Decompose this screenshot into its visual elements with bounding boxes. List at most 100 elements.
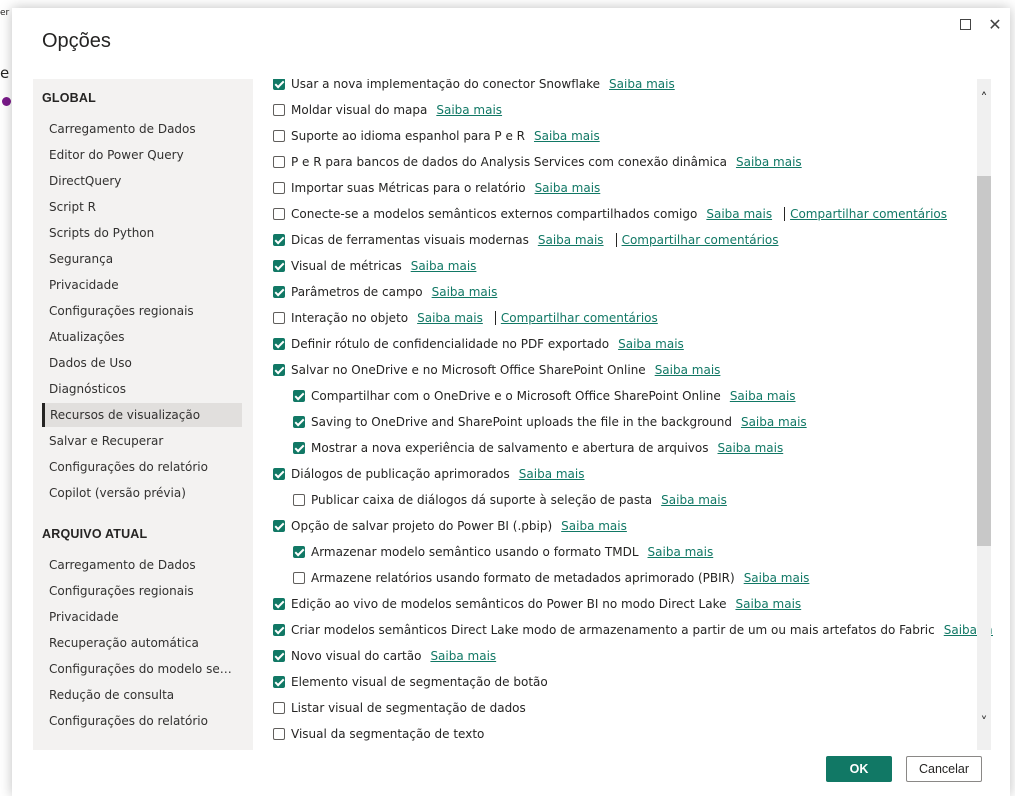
feature-label[interactable]: Listar visual de segmentação de dados — [291, 701, 526, 715]
feature-checkbox[interactable] — [273, 624, 285, 636]
sidebar-item-copilot-versao-previa[interactable]: Copilot (versão prévia) — [42, 481, 242, 505]
learn-more-link[interactable]: Saiba mais — [411, 259, 477, 273]
learn-more-link[interactable]: Saiba mais — [718, 441, 784, 455]
feature-label[interactable]: Publicar caixa de diálogos dá suporte à … — [311, 493, 652, 507]
feature-label[interactable]: Definir rótulo de confidencialidade no P… — [291, 337, 609, 351]
share-feedback-link[interactable]: Compartilhar comentários — [622, 233, 779, 247]
feature-checkbox[interactable] — [273, 79, 285, 90]
feature-label[interactable]: Armazenar modelo semântico usando o form… — [311, 545, 639, 559]
sidebar-item-editor-do-power-query[interactable]: Editor do Power Query — [42, 143, 242, 167]
feature-checkbox[interactable] — [273, 728, 285, 740]
sidebar-item-configuracoes-regionais[interactable]: Configurações regionais — [42, 299, 242, 323]
learn-more-link[interactable]: Saiba mais — [609, 79, 675, 91]
learn-more-link[interactable]: Saiba mais — [744, 571, 810, 585]
feature-label[interactable]: Diálogos de publicação aprimorados — [291, 467, 510, 481]
learn-more-link[interactable]: Saiba mais — [561, 519, 627, 533]
feature-label[interactable]: Interação no objeto — [291, 311, 408, 325]
feature-checkbox[interactable] — [273, 676, 285, 688]
feature-checkbox[interactable] — [273, 260, 285, 272]
sidebar-item-seguranca[interactable]: Segurança — [42, 247, 242, 271]
feature-checkbox[interactable] — [273, 130, 285, 142]
sidebar-item-current-privacidade[interactable]: Privacidade — [42, 605, 242, 629]
sidebar-item-directquery[interactable]: DirectQuery — [42, 169, 242, 193]
feature-label[interactable]: Elemento visual de segmentação de botão — [291, 675, 548, 689]
sidebar-item-current-carregamento-de-dados[interactable]: Carregamento de Dados — [42, 553, 242, 577]
sidebar-item-scripts-do-python[interactable]: Scripts do Python — [42, 221, 242, 245]
feature-label[interactable]: Conecte-se a modelos semânticos externos… — [291, 207, 697, 221]
learn-more-link[interactable]: Saiba mais — [432, 285, 498, 299]
sidebar-item-current-configuracoes-do-modelo-seman[interactable]: Configurações do modelo semân... — [42, 657, 242, 681]
feature-label[interactable]: Usar a nova implementação do conector Sn… — [291, 79, 600, 91]
learn-more-link[interactable]: Saiba mais — [436, 103, 502, 117]
maximize-button[interactable] — [954, 14, 976, 36]
feature-checkbox[interactable] — [273, 234, 285, 246]
learn-more-link[interactable]: Saiba mais — [741, 415, 807, 429]
sidebar-item-current-configuracoes-do-relatorio[interactable]: Configurações do relatório — [42, 709, 242, 733]
feature-checkbox[interactable] — [273, 364, 285, 376]
sidebar-item-script-r[interactable]: Script R — [42, 195, 242, 219]
sidebar-item-dados-de-uso[interactable]: Dados de Uso — [42, 351, 242, 375]
sidebar-item-current-reducao-de-consulta[interactable]: Redução de consulta — [42, 683, 242, 707]
share-feedback-link[interactable]: Compartilhar comentários — [501, 311, 658, 325]
feature-label[interactable]: Importar suas Métricas para o relatório — [291, 181, 526, 195]
learn-more-link[interactable]: Saiba mais — [430, 649, 496, 663]
sidebar-item-carregamento-de-dados[interactable]: Carregamento de Dados — [42, 117, 242, 141]
feature-label[interactable]: Suporte ao idioma espanhol para P e R — [291, 129, 525, 143]
feature-label[interactable]: Dicas de ferramentas visuais modernas — [291, 233, 529, 247]
vertical-scrollbar[interactable]: ˄ ˅ — [977, 79, 991, 750]
learn-more-link[interactable]: Saiba mais — [730, 389, 796, 403]
learn-more-link[interactable]: Saiba mais — [661, 493, 727, 507]
ok-button[interactable]: OK — [826, 756, 892, 782]
cancel-button[interactable]: Cancelar — [906, 756, 982, 782]
scroll-up-icon[interactable]: ˄ — [977, 91, 991, 107]
learn-more-link[interactable]: Saiba mais — [735, 597, 801, 611]
feature-checkbox[interactable] — [273, 650, 285, 662]
learn-more-link[interactable]: Saiba mais — [534, 129, 600, 143]
feature-label[interactable]: Armazene relatórios usando formato de me… — [311, 571, 735, 585]
sidebar-item-diagnosticos[interactable]: Diagnósticos — [42, 377, 242, 401]
feature-label[interactable]: Novo visual do cartão — [291, 649, 421, 663]
sidebar-item-salvar-e-recuperar[interactable]: Salvar e Recuperar — [42, 429, 242, 453]
learn-more-link[interactable]: Saiba mais — [736, 155, 802, 169]
learn-more-link[interactable]: Saiba mais — [535, 181, 601, 195]
feature-checkbox[interactable] — [293, 546, 305, 558]
feature-label[interactable]: Mostrar a nova experiência de salvamento… — [311, 441, 709, 455]
learn-more-link[interactable]: Saiba mais — [648, 545, 714, 559]
feature-checkbox[interactable] — [273, 338, 285, 350]
feature-label[interactable]: Parâmetros de campo — [291, 285, 423, 299]
feature-label[interactable]: Compartilhar com o OneDrive e o Microsof… — [311, 389, 721, 403]
scroll-down-icon[interactable]: ˅ — [977, 715, 991, 731]
sidebar-item-current-recuperacao-automatica[interactable]: Recuperação automática — [42, 631, 242, 655]
learn-more-link[interactable]: Saiba mais — [618, 337, 684, 351]
feature-checkbox[interactable] — [273, 182, 285, 194]
scrollbar-thumb[interactable] — [977, 176, 991, 546]
feature-checkbox[interactable] — [273, 598, 285, 610]
feature-checkbox[interactable] — [273, 208, 285, 220]
feature-label[interactable]: Visual da segmentação de texto — [291, 727, 484, 741]
feature-checkbox[interactable] — [293, 494, 305, 506]
close-button[interactable]: ✕ — [984, 14, 1006, 36]
feature-label[interactable]: Edição ao vivo de modelos semânticos do … — [291, 597, 726, 611]
feature-checkbox[interactable] — [273, 286, 285, 298]
sidebar-item-configuracoes-do-relatorio[interactable]: Configurações do relatório — [42, 455, 242, 479]
learn-more-link[interactable]: Saiba mais — [417, 311, 483, 325]
feature-checkbox[interactable] — [273, 520, 285, 532]
feature-label[interactable]: Opção de salvar projeto do Power BI (.pb… — [291, 519, 552, 533]
feature-label[interactable]: Visual de métricas — [291, 259, 402, 273]
share-feedback-link[interactable]: Compartilhar comentários — [790, 207, 947, 221]
learn-more-link[interactable]: Saiba mais — [538, 233, 604, 247]
feature-label[interactable]: Salvar no OneDrive e no Microsoft Office… — [291, 363, 646, 377]
feature-checkbox[interactable] — [273, 104, 285, 116]
learn-more-link[interactable]: Saiba mais — [519, 467, 585, 481]
feature-checkbox[interactable] — [293, 442, 305, 454]
feature-label[interactable]: Moldar visual do mapa — [291, 103, 427, 117]
sidebar-item-current-configuracoes-regionais[interactable]: Configurações regionais — [42, 579, 242, 603]
feature-label[interactable]: Saving to OneDrive and SharePoint upload… — [311, 415, 732, 429]
feature-checkbox[interactable] — [293, 572, 305, 584]
feature-label[interactable]: P e R para bancos de dados do Analysis S… — [291, 155, 727, 169]
feature-checkbox[interactable] — [293, 390, 305, 402]
feature-checkbox[interactable] — [293, 416, 305, 428]
feature-checkbox[interactable] — [273, 702, 285, 714]
feature-label[interactable]: Criar modelos semânticos Direct Lake mod… — [291, 623, 935, 637]
sidebar-item-atualizacoes[interactable]: Atualizações — [42, 325, 242, 349]
